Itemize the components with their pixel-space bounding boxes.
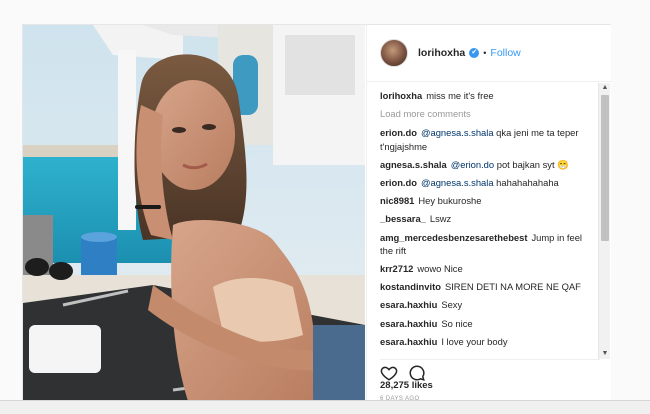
post-sidebar: lorihoxha ✔ • Follow lorihoxha miss me it… bbox=[366, 25, 612, 402]
comment-username[interactable]: esara.haxhiu bbox=[380, 336, 437, 347]
comment-username[interactable]: esara.haxhiu bbox=[380, 318, 437, 329]
comment-text: Lswz bbox=[429, 213, 452, 225]
verified-badge-icon: ✔ bbox=[469, 48, 480, 58]
comment-username[interactable]: nic8981 bbox=[380, 195, 414, 206]
list-item: esara.haxhiu So nice bbox=[380, 317, 596, 330]
post-modal: lorihoxha ✔ • Follow lorihoxha miss me it… bbox=[22, 24, 612, 402]
comment-text: wowo Nice bbox=[417, 263, 463, 275]
comment-text: I love your body bbox=[441, 335, 508, 347]
comment-username[interactable]: kostandinvito bbox=[380, 281, 441, 292]
header-username[interactable]: lorihoxha bbox=[418, 47, 465, 59]
comments-scrollbar[interactable]: ▲ ▼ bbox=[598, 83, 610, 359]
comment-username[interactable]: _bessara_ bbox=[380, 213, 426, 224]
comment-username[interactable]: esara.haxhiu bbox=[380, 299, 437, 310]
load-more-comments[interactable]: Load more comments bbox=[380, 107, 596, 120]
comment-text: SIREN DETI NA MORE NE QAF bbox=[444, 281, 581, 293]
caption-text: miss me it's free bbox=[426, 90, 494, 101]
comment-mention[interactable]: @erion.do bbox=[451, 159, 494, 170]
comment-text: So nice bbox=[441, 317, 473, 329]
list-item: _bessara_ Lswz bbox=[380, 212, 596, 225]
comment-username[interactable]: erion.do bbox=[380, 127, 417, 138]
list-item: kostandinvito SIREN DETI NA MORE NE QAF bbox=[380, 280, 596, 293]
scroll-up-icon[interactable]: ▲ bbox=[599, 83, 611, 93]
list-item: esara.haxhiu Sexy bbox=[380, 298, 596, 311]
comments-list[interactable]: lorihoxha miss me it's free Load more com… bbox=[380, 89, 596, 353]
comment-text: pot bajkan syt 😁 bbox=[494, 158, 569, 170]
list-item: esara.haxhiu I love your body bbox=[380, 335, 596, 348]
list-item: agnesa.s.shala @erion.do pot bajkan syt 😁 bbox=[380, 158, 596, 171]
bottom-bar bbox=[0, 400, 650, 414]
comment-username[interactable]: agnesa.s.shala bbox=[380, 159, 447, 170]
comment-text: Sexy bbox=[441, 299, 463, 311]
comment-text: Hey bukuroshe bbox=[418, 195, 482, 207]
follow-button[interactable]: Follow bbox=[490, 47, 520, 59]
post-photo-image bbox=[23, 25, 365, 401]
list-item: krr2712 wowo Nice bbox=[380, 262, 596, 275]
comment-username[interactable]: krr2712 bbox=[380, 263, 413, 274]
list-item: amg_mercedesbenzesarethebest Jump in feel… bbox=[380, 231, 596, 257]
post-header: lorihoxha ✔ • Follow bbox=[367, 25, 612, 82]
header-separator: • bbox=[483, 48, 487, 58]
comment-username[interactable]: amg_mercedesbenzesarethebest bbox=[380, 232, 527, 243]
caption: lorihoxha miss me it's free bbox=[380, 89, 596, 102]
comment-mention[interactable]: @agnesa.s.shala bbox=[421, 127, 494, 138]
post-photo bbox=[23, 25, 365, 401]
comment-text: hahahahahaha bbox=[493, 177, 559, 189]
scroll-down-icon[interactable]: ▼ bbox=[599, 349, 611, 359]
comment-mention[interactable]: @agnesa.s.shala bbox=[421, 177, 494, 188]
likes-count[interactable]: 28,275 likes bbox=[380, 380, 433, 391]
avatar[interactable] bbox=[380, 39, 408, 67]
list-item: nic8981 Hey bukuroshe bbox=[380, 194, 596, 207]
caption-username[interactable]: lorihoxha bbox=[380, 90, 422, 101]
list-item: erion.do @agnesa.s.shala hahahahahaha bbox=[380, 176, 596, 189]
comment-username[interactable]: erion.do bbox=[380, 177, 417, 188]
scroll-thumb[interactable] bbox=[601, 95, 609, 241]
list-item: erion.do @agnesa.s.shala qka jeni me ta t… bbox=[380, 126, 596, 152]
